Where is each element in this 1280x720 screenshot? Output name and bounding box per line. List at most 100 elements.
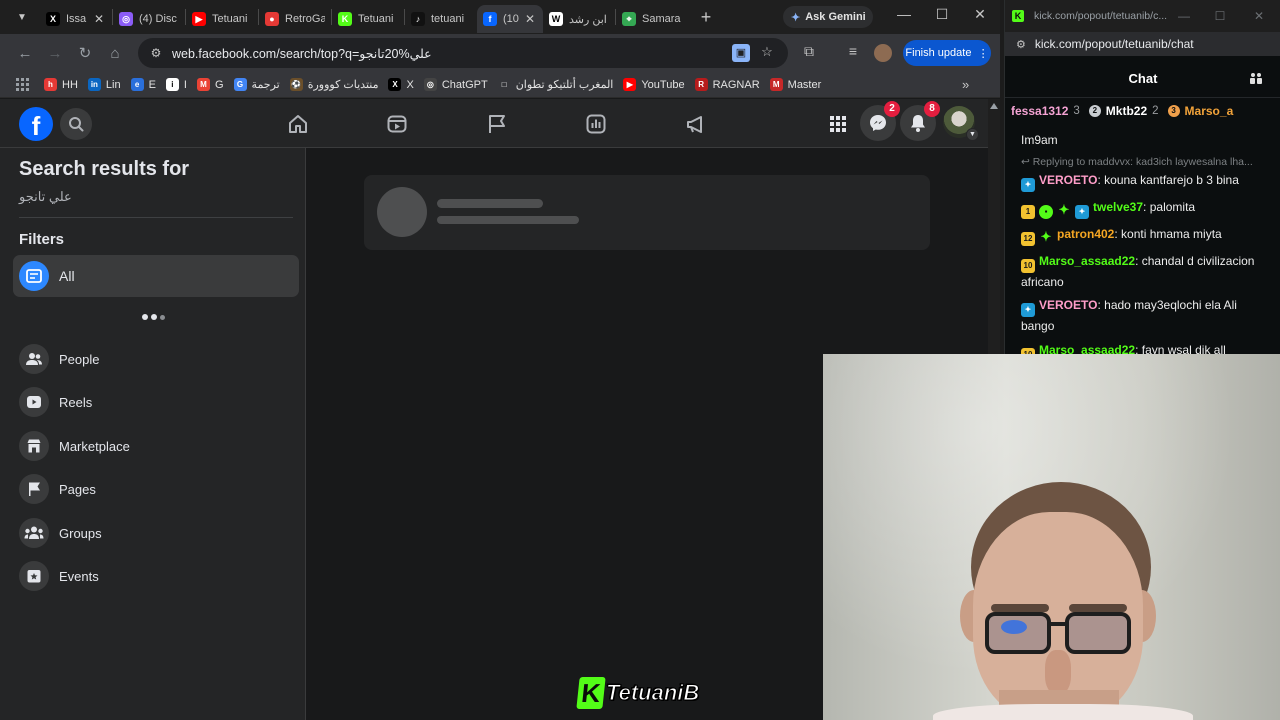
- profile-avatar[interactable]: [874, 44, 892, 62]
- chat-username[interactable]: VEROETO: [1039, 298, 1097, 312]
- close-tab-icon[interactable]: ✕: [94, 12, 106, 26]
- extensions-icon[interactable]: ⧉: [798, 43, 820, 60]
- site-info-icon[interactable]: ⚙: [144, 46, 168, 60]
- account-avatar[interactable]: ▼: [943, 106, 979, 141]
- bookmark-item[interactable]: ▶ YouTube: [623, 78, 685, 91]
- kick-url-bar[interactable]: ⚙ kick.com/popout/tetuanib/chat: [1005, 32, 1280, 56]
- facebook-header: f 2 8 ▼: [0, 99, 988, 148]
- search-button[interactable]: [60, 108, 92, 140]
- messenger-button[interactable]: 2: [860, 101, 900, 141]
- chat-message[interactable]: 12 ✦ patron402: konti hmama miyta: [1021, 225, 1265, 246]
- filter-reels-label: Reels: [59, 394, 93, 410]
- tab-search-button[interactable]: ▼: [8, 5, 36, 29]
- filter-marketplace[interactable]: Marketplace: [19, 428, 289, 464]
- chat-message[interactable]: 1 ▪ ✦ ✦ twelve37: palomita: [1021, 198, 1265, 219]
- filter-groups[interactable]: Groups: [19, 515, 289, 551]
- leaderboard-entry[interactable]: fessa1312 3: [1011, 104, 1080, 118]
- leaderboard-entry[interactable]: 3 Marso_a: [1167, 104, 1233, 118]
- chat-message[interactable]: ✦ VEROETO: kouna kantfarejo b 3 bina: [1021, 171, 1265, 192]
- nav-home[interactable]: [285, 111, 311, 137]
- bookmark-favicon: in: [87, 78, 101, 91]
- nav-campaigns[interactable]: [683, 111, 709, 137]
- menu-button[interactable]: [825, 111, 851, 137]
- browser-tab[interactable]: ▶ Tetuani: [186, 5, 258, 33]
- bookmark-item[interactable]: in Lin: [87, 78, 121, 91]
- bookmark-item[interactable]: M Master: [769, 78, 821, 91]
- home-button[interactable]: ⌂: [100, 45, 130, 62]
- reply-context[interactable]: ↩ Replying to maddvvx: kad3ich laywesaln…: [1021, 156, 1271, 168]
- filter-people[interactable]: People: [19, 341, 289, 377]
- filter-all-label: All: [59, 268, 75, 284]
- site-controls-icon[interactable]: ⚙: [1016, 38, 1026, 51]
- bookmark-item[interactable]: h HH: [44, 78, 78, 91]
- filter-events[interactable]: Events: [19, 558, 289, 594]
- bookmark-item[interactable]: MG: [196, 78, 224, 91]
- bookmark-item[interactable]: eE: [130, 78, 156, 91]
- bookmarks-overflow-icon[interactable]: »: [962, 77, 969, 92]
- chat-message[interactable]: ✦ VEROETO: hado may3eqlochi ela Ali bango: [1021, 296, 1265, 335]
- feed-icon: [19, 261, 49, 291]
- chat-username[interactable]: twelve37: [1093, 200, 1143, 214]
- browser-tab[interactable]: W ابن رشد: [543, 5, 615, 33]
- browser-tab[interactable]: ● RetroGa: [259, 5, 331, 33]
- install-app-icon[interactable]: ▣: [732, 44, 750, 62]
- leaderboard-count: 3: [1073, 105, 1080, 117]
- chat-username[interactable]: patron402: [1057, 227, 1114, 241]
- apps-grid-icon[interactable]: [16, 77, 30, 92]
- filter-pages[interactable]: Pages: [19, 471, 289, 507]
- filter-reels[interactable]: Reels: [19, 384, 289, 420]
- bookmark-item[interactable]: □ المغرب أتلتيكو تطوان: [497, 78, 613, 91]
- kick-close-button[interactable]: ✕: [1250, 9, 1268, 23]
- nav-video[interactable]: [384, 111, 410, 137]
- ask-gemini-button[interactable]: ✦ Ask Gemini: [783, 6, 873, 28]
- chat-username[interactable]: VEROETO: [1039, 173, 1097, 187]
- forward-button[interactable]: →: [40, 45, 70, 62]
- close-tab-icon[interactable]: ✕: [525, 12, 537, 26]
- filter-people-label: People: [59, 351, 100, 367]
- new-tab-button[interactable]: +: [692, 7, 720, 28]
- chat-username[interactable]: Marso_assaad22: [1039, 254, 1135, 268]
- tab-title: Tetuani: [212, 13, 248, 25]
- notifications-button[interactable]: 8: [900, 101, 940, 141]
- address-bar[interactable]: ⚙ web.facebook.com/search/top?q=علي%20تا…: [138, 38, 788, 68]
- maximize-button[interactable]: ☐: [930, 6, 954, 23]
- tab-favicon: K: [338, 12, 352, 26]
- bookmark-label: ترجمة: [251, 79, 280, 91]
- bookmarks-bar: h HH in Lin e E i I M G G ترجمة ⚽ منتديات كووورة X X ◎ Ch…: [0, 72, 1000, 98]
- browser-tab[interactable]: ⌖ Samara: [616, 5, 688, 33]
- tab-title: Tetuani: [358, 13, 394, 25]
- nav-ads-manager[interactable]: [583, 111, 609, 137]
- kick-maximize-button[interactable]: ☐: [1211, 9, 1229, 23]
- bookmark-item[interactable]: G ترجمة: [233, 78, 280, 91]
- bookmark-item[interactable]: XX: [388, 78, 414, 91]
- bookmark-item[interactable]: ⚽ منتديات كووورة: [289, 78, 378, 91]
- chat-message[interactable]: 10 Marso_assaad22: fayn wsal dik all: [1021, 341, 1265, 355]
- browser-tab[interactable]: X Issa ✕: [40, 5, 112, 33]
- nav-pages[interactable]: [484, 111, 510, 137]
- og-badge-icon: ✦: [1058, 202, 1070, 217]
- browser-tab[interactable]: ◎ (4) Disc: [113, 5, 185, 33]
- reload-button[interactable]: ↻: [70, 44, 100, 62]
- close-window-button[interactable]: ✕: [968, 6, 992, 23]
- minimize-button[interactable]: —: [892, 6, 916, 22]
- chat-users-icon[interactable]: [1249, 71, 1263, 85]
- browser-tab[interactable]: ♪ tetuani: [405, 5, 477, 33]
- kick-minimize-button[interactable]: —: [1175, 9, 1193, 23]
- bookmark-star-icon[interactable]: ☆: [758, 44, 776, 62]
- bookmark-item[interactable]: iI: [165, 78, 187, 91]
- browser-tab[interactable]: f (10 ✕: [477, 5, 543, 33]
- chat-message[interactable]: Im9am: [1021, 131, 1265, 149]
- scroll-up-arrow-icon[interactable]: [990, 103, 998, 109]
- browser-tab[interactable]: K Tetuani: [332, 5, 404, 33]
- bookmark-item[interactable]: ◎ ChatGPT: [423, 78, 488, 91]
- finish-update-button[interactable]: Finish update ⋮: [903, 40, 991, 66]
- reading-list-icon[interactable]: ≡: [842, 43, 864, 59]
- leaderboard-entry[interactable]: 2 Mktb22 2: [1088, 104, 1159, 118]
- notifications-badge: 8: [924, 101, 940, 117]
- facebook-logo[interactable]: f: [19, 107, 53, 141]
- chat-message[interactable]: 10 Marso_assaad22: chandal d civilizacion…: [1021, 252, 1265, 291]
- reply-text: Replying to maddvvx: kad3ich laywesalna …: [1032, 156, 1253, 168]
- bookmark-item[interactable]: R RAGNAR: [694, 78, 760, 91]
- back-button[interactable]: ←: [10, 45, 40, 62]
- filter-all[interactable]: All: [13, 255, 299, 297]
